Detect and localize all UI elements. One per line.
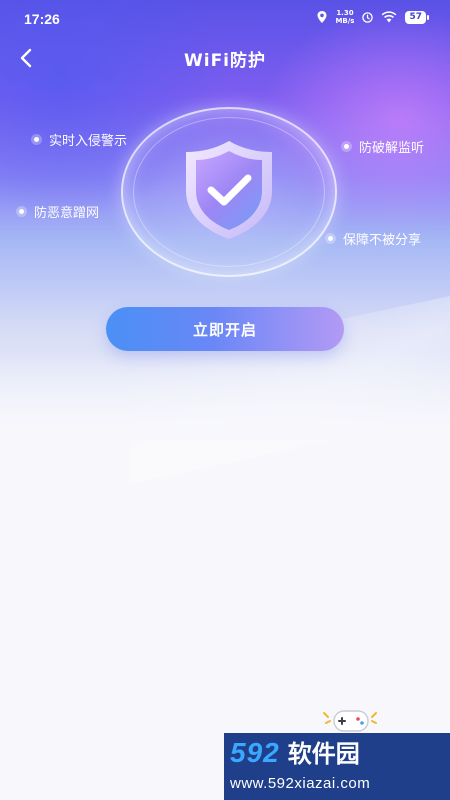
net-speed-unit: MB/s — [335, 17, 355, 25]
status-time: 17:26 — [24, 11, 60, 27]
feature-label: 防恶意蹭网 — [34, 206, 100, 221]
shield-check-icon — [186, 141, 272, 239]
dot-icon — [31, 134, 42, 145]
dot-icon — [16, 206, 27, 217]
watermark-url: www.592xiazai.com — [230, 775, 371, 792]
protection-orb — [121, 107, 337, 277]
watermark-name: 软件园 — [287, 740, 360, 768]
nav-bar: WiFi防护 — [0, 36, 450, 80]
watermark-brand: 592 软件园 — [230, 738, 360, 769]
dot-icon — [341, 141, 352, 152]
feature-label: 实时入侵警示 — [49, 134, 128, 149]
wifi-icon — [382, 11, 397, 23]
feature-label: 保障不被分享 — [343, 233, 422, 248]
watermark-number: 592 — [230, 737, 280, 768]
gamepad-mascot-icon — [323, 710, 377, 732]
page-title: WiFi防护 — [183, 51, 267, 71]
feature-label: 防破解监听 — [359, 141, 425, 156]
net-speed: 1.30 MB/s — [335, 9, 354, 25]
feature-intrusion-alert: 实时入侵警示 — [31, 130, 127, 149]
feature-anti-crack: 防破解监听 — [341, 137, 424, 156]
feature-no-share: 保障不被分享 — [325, 229, 421, 248]
status-icons: 1.30 MB/s 57 — [317, 9, 429, 25]
site-watermark: 592 软件园 www.592xiazai.com — [224, 733, 450, 800]
do-not-disturb-icon — [362, 11, 374, 23]
start-protection-button[interactable]: 立即开启 — [106, 307, 344, 351]
feature-anti-leech: 防恶意蹭网 — [16, 202, 99, 221]
status-bar: 17:26 1.30 MB/s 57 — [0, 0, 450, 36]
battery-icon: 57 — [405, 10, 429, 24]
location-icon — [317, 11, 327, 23]
dot-icon — [325, 233, 336, 244]
net-speed-value: 1.30 — [336, 9, 354, 17]
